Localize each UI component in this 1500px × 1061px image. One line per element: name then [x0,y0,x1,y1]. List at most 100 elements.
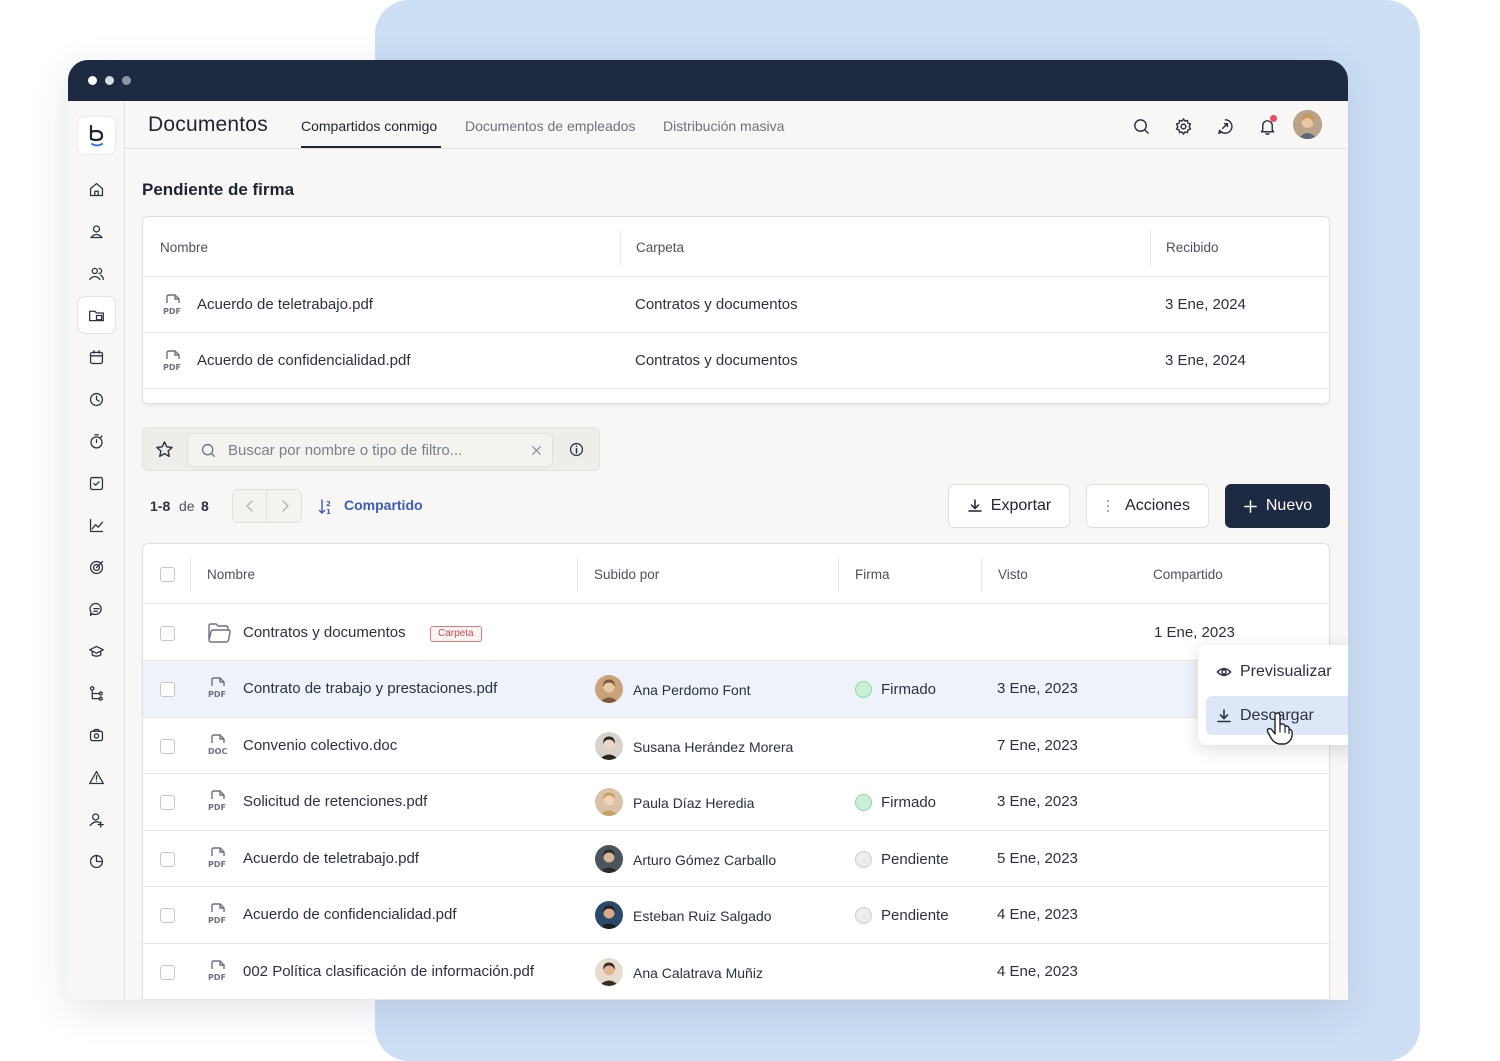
window-dot-close[interactable] [88,76,97,85]
file-name[interactable]: 002 Política clasificación de informació… [243,963,534,980]
pager-buttons [232,489,302,523]
row-checkbox[interactable] [160,738,175,754]
money-icon [89,728,104,741]
uploader-name[interactable]: Ana Perdomo Font [633,682,751,698]
row-checkbox[interactable] [160,795,175,810]
sidebar-item-org[interactable] [77,674,116,712]
uploader-name[interactable]: Ana Calatrava Muñiz [633,965,763,981]
sidebar-item-time[interactable] [77,380,116,418]
row-checkbox[interactable] [160,908,175,923]
uploader-name[interactable]: Paula Díaz Heredia [633,795,754,811]
sidebar-item-timer[interactable] [77,422,116,460]
info-button[interactable] [568,441,585,463]
column-header-name[interactable]: Nombre [160,240,208,255]
sidebar-item-training[interactable] [77,632,116,670]
export-button[interactable]: Exportar [948,484,1070,528]
top-header: Documentos Compartidos conmigo Documento… [125,101,1348,149]
row-checkbox[interactable] [160,682,175,697]
new-button[interactable]: Nuevo [1225,484,1330,528]
sort-button[interactable]: 21 Compartido [318,497,423,515]
sidebar-item-alerts[interactable] [77,758,116,796]
favorites-button[interactable] [155,440,174,464]
menu-item-preview[interactable]: Previsualizar [1206,652,1348,691]
folder-icon [89,310,104,321]
sidebar-item-people[interactable] [77,254,116,292]
window-dot-maximize[interactable] [122,76,131,85]
svg-text:PDF: PDF [208,690,226,699]
uploader-name[interactable]: Esteban Ruiz Salgado [633,908,772,924]
sidebar-item-documents[interactable] [77,296,116,334]
file-name[interactable]: Acuerdo de teletrabajo.pdf [243,850,419,867]
notifications-button[interactable] [1256,115,1278,137]
signature-status: Pendiente [881,850,949,868]
column-header-seen[interactable]: Visto [998,567,1028,582]
column-header-shared[interactable]: Compartido [1153,567,1223,582]
sidebar-item-tasks[interactable] [77,464,116,502]
next-page-button[interactable] [268,490,302,522]
window-dot-minimize[interactable] [105,76,114,85]
folder-name[interactable]: Contratos y documentos [243,624,406,641]
sidebar-item-onboarding[interactable] [77,800,116,838]
sidebar-item-goals[interactable] [77,548,116,586]
file-name[interactable]: Acuerdo de confidencialidad.pdf [243,906,457,923]
sidebar-item-home[interactable] [77,170,116,208]
pdf-file-icon: PDF [207,846,229,870]
table-row[interactable]: PDF Solicitud de retenciones.pdf Paula D… [143,774,1329,831]
column-header-folder[interactable]: Carpeta [636,240,684,255]
info-icon [569,442,584,457]
table-row[interactable]: PDF Contrato de trabajo y prestaciones.p… [143,661,1329,718]
sidebar-item-chat[interactable] [77,590,116,628]
seen-date: 5 Ene, 2023 [997,849,1078,867]
table-row[interactable]: PDF Acuerdo de confidencialidad.pdf Este… [143,887,1329,944]
column-header-signature[interactable]: Firma [855,567,890,582]
sidebar-item-reports[interactable] [77,842,116,880]
row-checkbox[interactable] [160,626,175,641]
file-name[interactable]: Acuerdo de confidencialidad.pdf [197,352,411,369]
download-icon [968,499,982,512]
settings-button[interactable] [1172,115,1194,137]
file-name[interactable]: Convenio colectivo.doc [243,737,397,754]
seen-date: 3 Ene, 2023 [997,793,1078,810]
prev-page-button[interactable] [233,490,267,522]
signature-status-icon [855,850,872,868]
sidebar-item-calendar[interactable] [77,338,116,376]
seen-date: 4 Ene, 2023 [997,906,1078,923]
actions-button[interactable]: Acciones [1086,484,1209,528]
seen-date: 3 Ene, 2023 [997,680,1078,697]
file-name[interactable]: Solicitud de retenciones.pdf [243,793,427,810]
sidebar-item-payroll[interactable] [77,716,116,754]
search-button[interactable] [1130,115,1152,137]
select-all-checkbox[interactable] [160,567,175,582]
uploader-name[interactable]: Arturo Gómez Carballo [633,852,776,868]
tab-shared-with-me[interactable]: Compartidos conmigo [301,118,437,134]
column-header-received[interactable]: Recibido [1166,240,1219,255]
svg-text:DOC: DOC [208,747,227,756]
table-row[interactable]: PDF Acuerdo de teletrabajo.pdf Arturo Gó… [143,831,1329,887]
users-icon [89,267,104,280]
home-icon [89,182,104,196]
sidebar-item-profile[interactable] [77,212,116,250]
search-input[interactable] [228,440,518,460]
table-row[interactable]: PDF 002 Política clasificación de inform… [143,944,1329,1000]
tab-mass-distribution[interactable]: Distribución masiva [663,118,784,134]
target-icon [89,560,104,574]
app-logo[interactable] [77,116,116,155]
table-row[interactable]: DOC Convenio colectivo.doc Susana Heránd… [143,718,1329,774]
star-icon [156,441,173,458]
row-checkbox[interactable] [160,964,175,980]
clear-icon[interactable] [531,445,542,456]
search-field[interactable] [187,433,553,467]
pager-total: 8 [201,498,209,514]
file-name[interactable]: Acuerdo de teletrabajo.pdf [197,296,373,313]
column-header-uploaded-by[interactable]: Subido por [594,567,659,582]
row-checkbox[interactable] [160,851,175,867]
file-name[interactable]: Contrato de trabajo y prestaciones.pdf [243,680,497,697]
column-header-name[interactable]: Nombre [207,567,255,582]
uploader-name[interactable]: Susana Herández Morera [633,739,793,755]
user-avatar[interactable] [1293,110,1322,139]
pending-section-title: Pendiente de firma [142,180,295,199]
tab-employee-documents[interactable]: Documentos de empleados [465,118,635,134]
signature-status-icon [855,794,872,811]
sidebar-item-analytics[interactable] [77,506,116,544]
activity-button[interactable] [1214,115,1236,137]
